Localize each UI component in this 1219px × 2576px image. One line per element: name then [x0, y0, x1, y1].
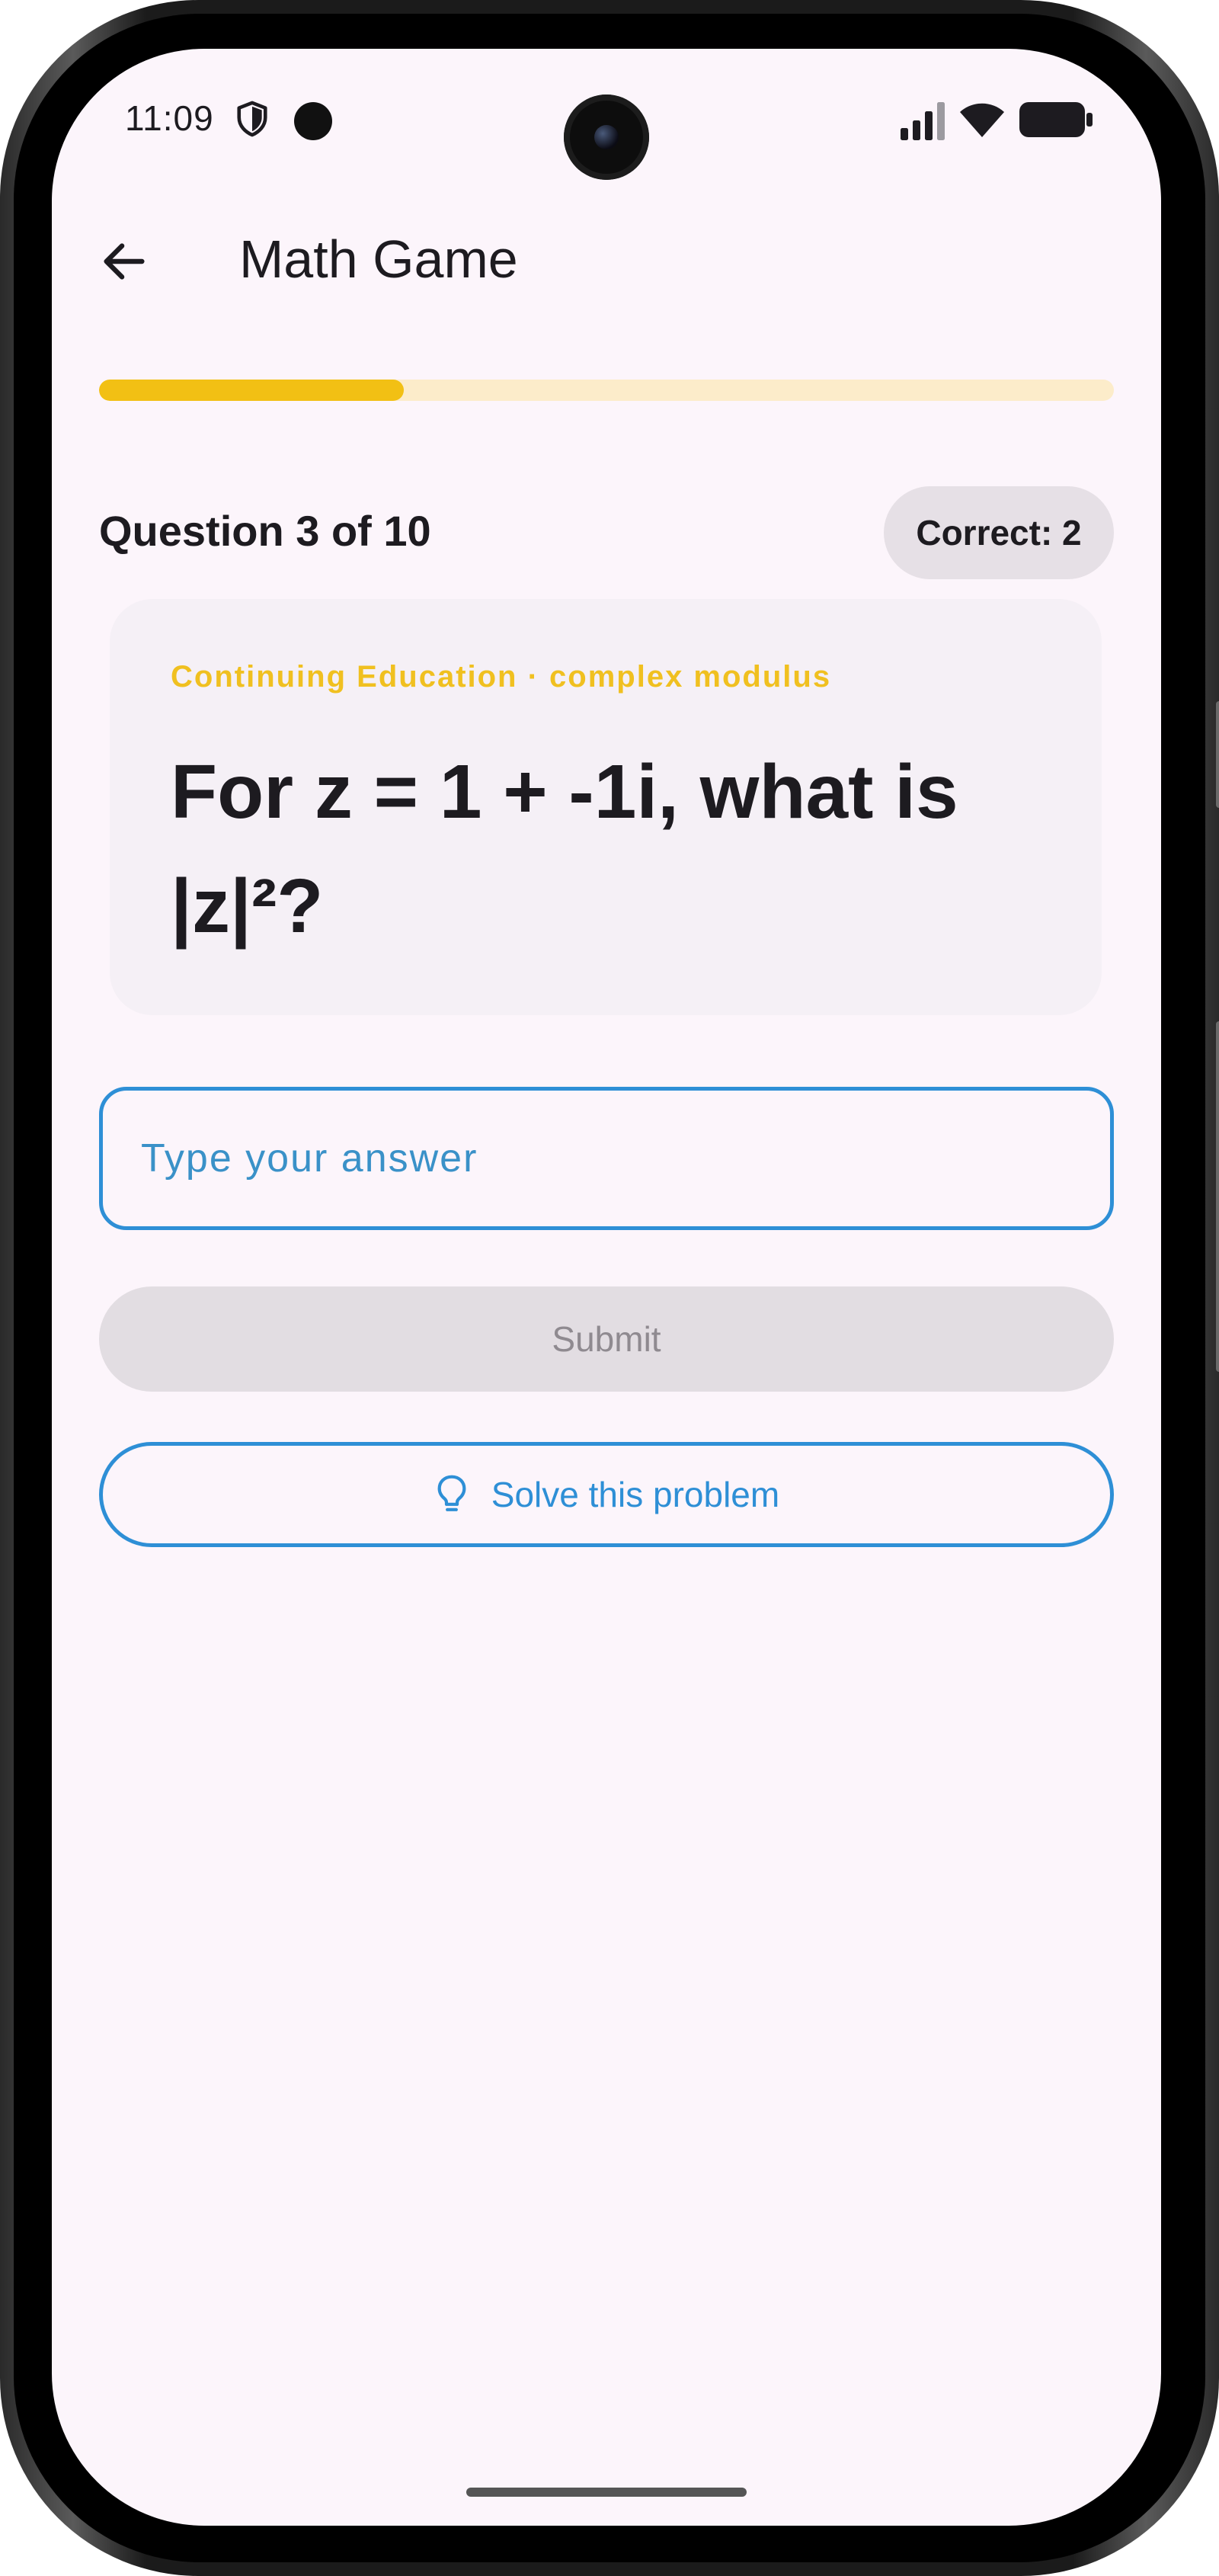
submit-button[interactable]: Submit	[99, 1286, 1114, 1392]
wifi-icon	[960, 103, 1004, 137]
question-text: For z = 1 + -1i, what is |z|²?	[171, 749, 958, 949]
page-title: Math Game	[239, 229, 518, 289]
shield-icon	[237, 101, 267, 137]
phone-frame: 11:09 Math Game Question 3 of 10 Correct…	[0, 0, 1219, 2576]
question-counter: Question 3 of 10	[99, 507, 431, 555]
quiz-progress-fill	[99, 380, 404, 401]
question-category: Continuing Education · complex modulus	[171, 660, 832, 694]
power-button	[1216, 1021, 1219, 1372]
question-card: Continuing Education · complex modulus F…	[110, 599, 1102, 1015]
answer-input[interactable]	[99, 1087, 1114, 1230]
app-screen: 11:09 Math Game Question 3 of 10 Correct…	[52, 49, 1161, 2526]
solve-problem-button[interactable]: Solve this problem	[99, 1442, 1114, 1547]
correct-count-badge: Correct: 2	[884, 486, 1114, 579]
home-indicator[interactable]	[466, 2488, 747, 2497]
lightbulb-icon	[437, 1475, 466, 1511]
solve-problem-label: Solve this problem	[491, 1475, 780, 1514]
notification-dot-icon	[294, 102, 332, 140]
volume-up-button	[1216, 701, 1219, 808]
cell-signal-icon	[901, 102, 945, 140]
status-time: 11:09	[125, 98, 214, 138]
battery-icon	[1019, 102, 1093, 137]
front-camera	[564, 95, 649, 180]
arrow-left-icon[interactable]	[98, 235, 151, 288]
quiz-progress-bar	[99, 380, 1114, 401]
